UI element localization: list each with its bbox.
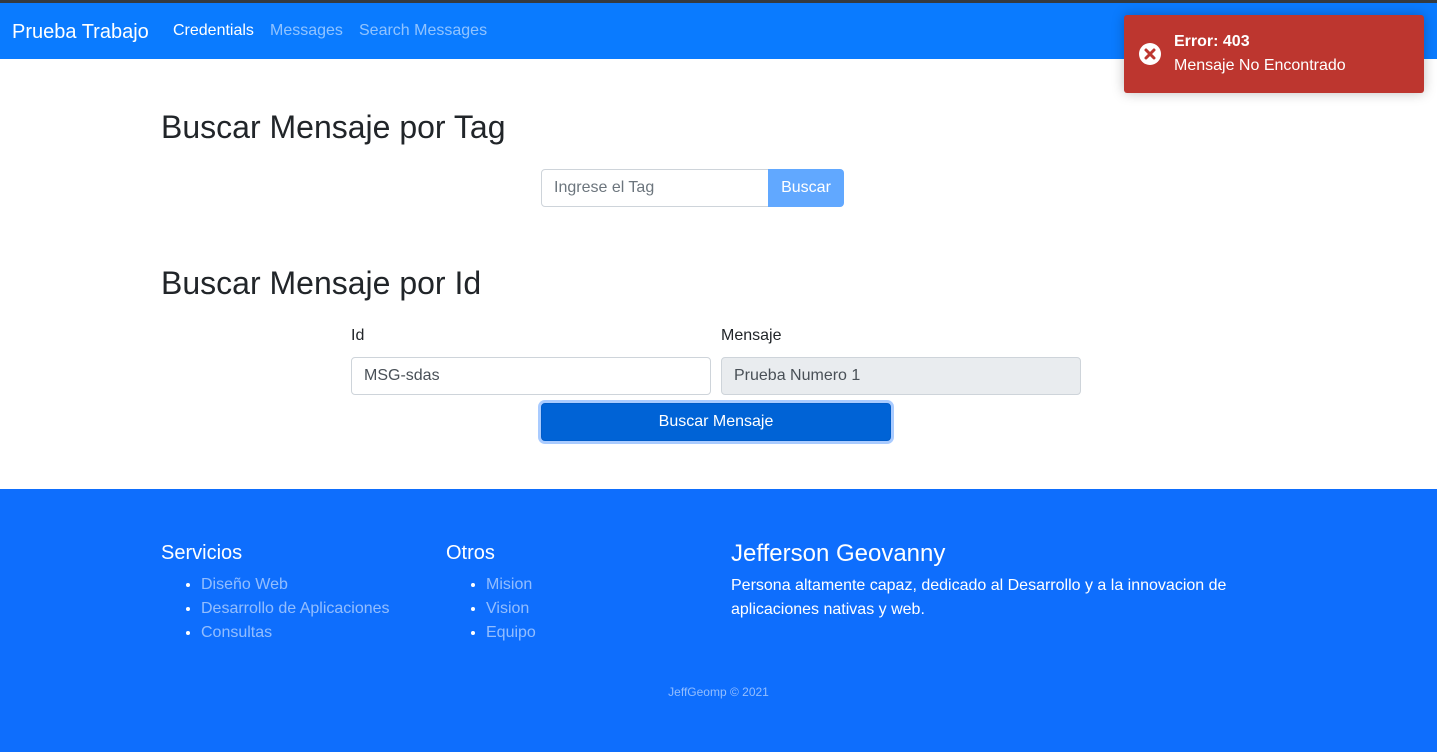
footer-link-label[interactable]: Vision <box>486 600 529 617</box>
footer: Servicios Diseño Web Desarrollo de Aplic… <box>0 489 1437 752</box>
footer-link-item[interactable]: Equipo <box>486 621 536 645</box>
footer-services-list: Diseño Web Desarrollo de Aplicaciones Co… <box>161 573 390 645</box>
footer-copyright: JeffGeomp © 2021 <box>668 685 769 699</box>
search-by-tag-title: Buscar Mensaje por Tag <box>161 109 506 145</box>
footer-link-label[interactable]: Mision <box>486 576 532 593</box>
footer-link-label[interactable]: Diseño Web <box>201 576 288 593</box>
message-field <box>721 357 1081 395</box>
nav-link-messages[interactable]: Messages <box>270 22 343 40</box>
footer-others-title: Otros <box>446 542 495 564</box>
nav-link-credentials[interactable]: Credentials <box>173 22 254 40</box>
footer-link-item[interactable]: Diseño Web <box>201 573 390 597</box>
id-input[interactable] <box>351 357 711 395</box>
message-label: Mensaje <box>721 327 782 344</box>
error-circle-icon <box>1139 43 1161 65</box>
search-message-button[interactable]: Buscar Mensaje <box>541 403 891 441</box>
footer-link-item[interactable]: Mision <box>486 573 536 597</box>
error-toast[interactable]: Error: 403 Mensaje No Encontrado <box>1124 15 1424 93</box>
search-tag-button[interactable]: Buscar <box>768 169 844 207</box>
footer-author-description: Persona altamente capaz, dedicado al Des… <box>731 577 1227 618</box>
main-content: Buscar Mensaje por Tag Buscar Buscar Men… <box>0 59 1437 489</box>
footer-link-item[interactable]: Vision <box>486 597 536 621</box>
footer-link-label[interactable]: Desarrollo de Aplicaciones <box>201 600 390 617</box>
footer-author-name: Jefferson Geovanny <box>731 540 946 567</box>
footer-link-item[interactable]: Consultas <box>201 621 390 645</box>
footer-link-label[interactable]: Equipo <box>486 624 536 641</box>
footer-link-item[interactable]: Desarrollo de Aplicaciones <box>201 597 390 621</box>
id-label: Id <box>351 327 365 344</box>
footer-others-list: Mision Vision Equipo <box>446 573 536 645</box>
toast-title: Error: 403 <box>1174 33 1250 50</box>
toast-message: Mensaje No Encontrado <box>1174 57 1346 74</box>
footer-services-title: Servicios <box>161 542 243 564</box>
tag-input[interactable] <box>541 169 769 207</box>
nav-link-search-messages[interactable]: Search Messages <box>359 22 487 40</box>
search-by-id-title: Buscar Mensaje por Id <box>161 265 482 301</box>
navbar-brand[interactable]: Prueba Trabajo <box>12 20 149 44</box>
footer-link-label[interactable]: Consultas <box>201 624 272 641</box>
